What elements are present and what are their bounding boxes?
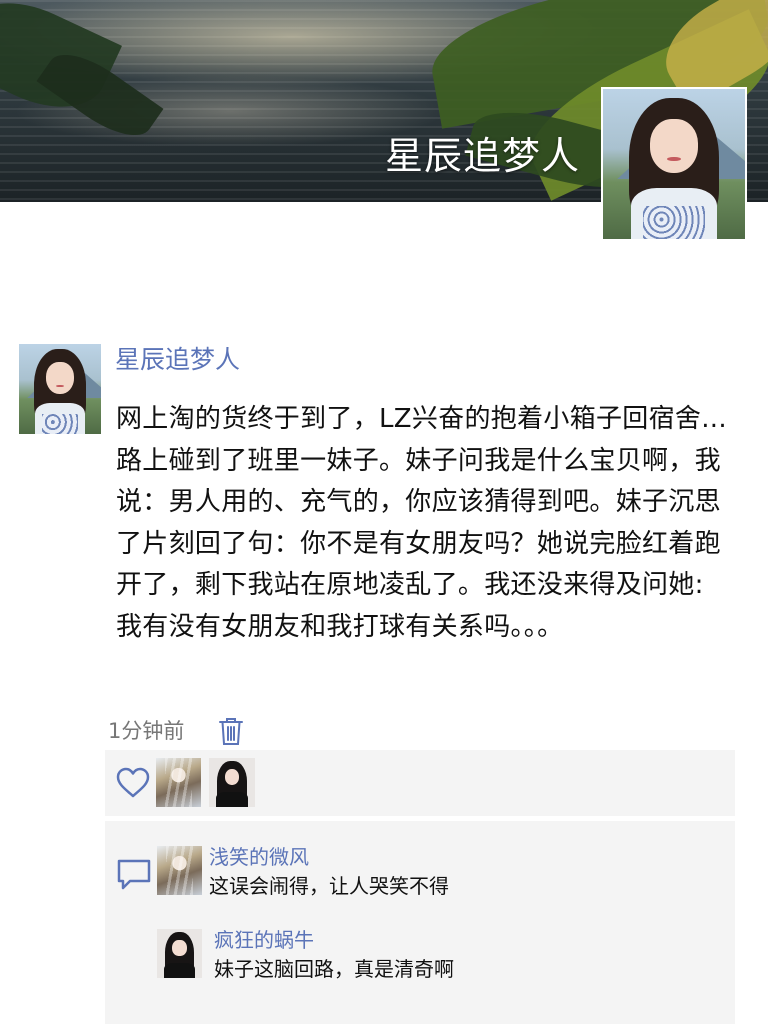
comment-text: 妹子这脑回路，真是清奇啊	[214, 957, 454, 981]
profile-avatar[interactable]	[601, 87, 747, 241]
post-author-name[interactable]: 星辰追梦人	[115, 340, 240, 380]
liker-avatar[interactable]	[156, 758, 201, 807]
post-author-avatar[interactable]	[19, 344, 101, 434]
liker-avatar[interactable]	[209, 758, 255, 807]
trash-icon[interactable]	[218, 716, 244, 746]
heart-icon[interactable]	[115, 765, 151, 801]
comment-icon[interactable]	[115, 856, 153, 892]
comment-text: 这误会闹得，让人哭笑不得	[209, 874, 449, 898]
comment-author[interactable]: 疯狂的蜗牛	[214, 925, 314, 955]
comment-author[interactable]: 浅笑的微风	[209, 842, 309, 872]
portrait-image	[603, 89, 745, 239]
comment-avatar[interactable]	[157, 929, 202, 978]
post-content: 网上淘的货终于到了，LZ兴奋的抱着小箱子回宿舍...路上碰到了班里一妹子。妹子问…	[116, 404, 727, 642]
cover-username: 星辰追梦人	[385, 134, 581, 178]
post-timestamp: 1分钟前	[108, 719, 185, 743]
comment-avatar[interactable]	[157, 846, 202, 895]
portrait-image	[19, 344, 101, 434]
